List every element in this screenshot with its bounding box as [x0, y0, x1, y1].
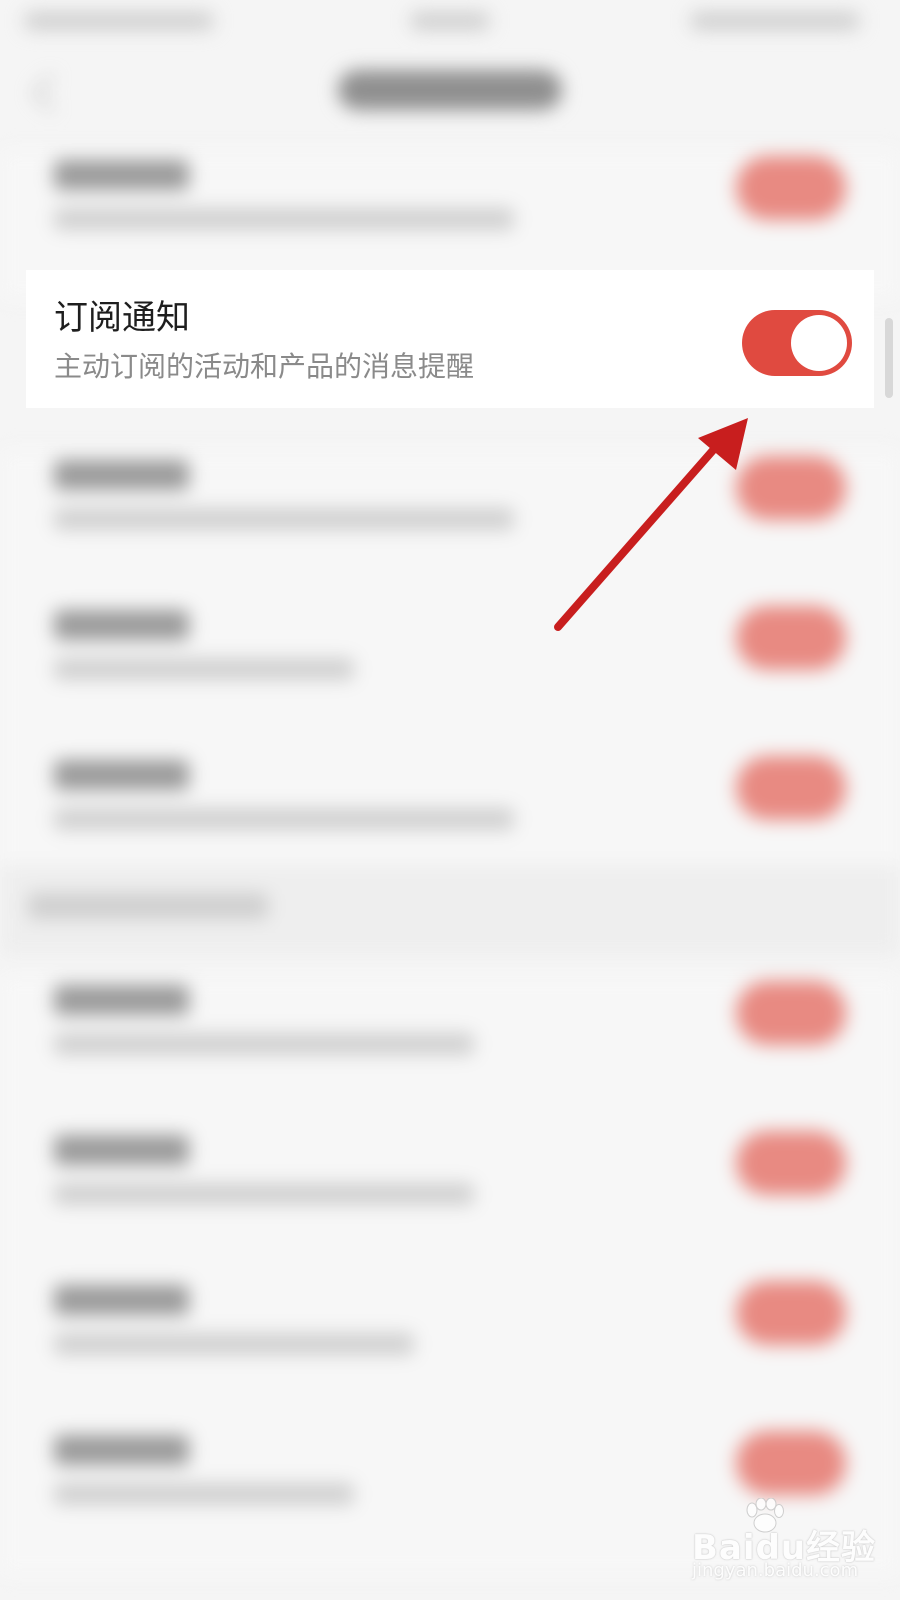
baidu-watermark: Baidu经验 jingyan.baidu.com	[688, 1498, 888, 1590]
screen: 订阅通知 主动订阅的活动和产品的消息提醒 Baidu经验 jingyan.bai…	[0, 0, 900, 1600]
watermark-url: jingyan.baidu.com	[692, 1560, 859, 1581]
annotation-arrow-shaft	[554, 436, 726, 631]
annotation-arrow	[554, 418, 748, 631]
